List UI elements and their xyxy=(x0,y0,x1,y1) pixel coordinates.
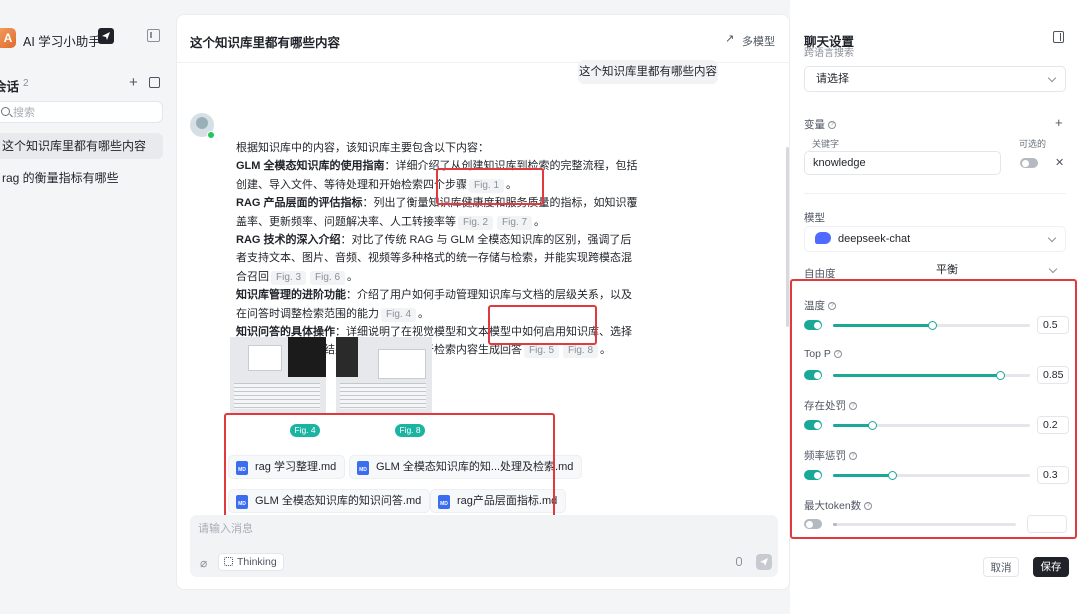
save-button[interactable]: 保存 xyxy=(1033,557,1069,577)
send-button[interactable] xyxy=(756,554,772,570)
citation-fig[interactable]: Fig. 3 xyxy=(271,270,307,285)
chevron-down-icon xyxy=(1047,73,1057,83)
citation-fig[interactable]: Fig. 4 xyxy=(381,307,417,322)
help-icon: ? xyxy=(828,121,836,129)
cancel-button[interactable]: 取消 xyxy=(983,557,1019,577)
online-status-dot xyxy=(207,131,215,139)
figure-thumbnail-1[interactable] xyxy=(230,337,326,413)
highlight-box xyxy=(488,305,597,345)
collapse-panel-icon[interactable] xyxy=(1053,31,1064,43)
figure-thumbnail-2[interactable] xyxy=(336,337,432,413)
highlight-box xyxy=(436,168,544,205)
arrow-up-right-icon: ↗ xyxy=(725,33,735,45)
chat-title: 这个知识库里都有哪些内容 xyxy=(190,36,341,50)
chat-scrollbar[interactable] xyxy=(786,67,789,537)
attachment-icon[interactable]: ⌀ xyxy=(200,556,207,570)
app-logo: A xyxy=(0,28,16,48)
highlight-box xyxy=(224,413,555,531)
user-message: 这个知识库里都有哪些内容 xyxy=(578,60,718,84)
conversations-title: 会话 xyxy=(0,80,20,94)
search-input[interactable] xyxy=(13,105,153,120)
citation-fig[interactable]: Fig. 2 xyxy=(458,215,494,230)
answer-intro: 根据知识库中的内容，该知识库主要包含以下内容： xyxy=(236,142,489,154)
message-input[interactable] xyxy=(198,521,758,537)
chat-settings-panel: 聊天设置 跨语言搜索 请选择 变量? + 关键字 可选的 knowledge ✕… xyxy=(790,0,1080,614)
collapse-sidebar-icon[interactable] xyxy=(147,29,160,42)
keyword-input[interactable]: knowledge xyxy=(804,151,1001,175)
chevron-down-icon xyxy=(1047,233,1057,243)
search-icon xyxy=(1,107,10,116)
conversation-item-knowledge-base[interactable]: 这个知识库里都有哪些内容 xyxy=(0,133,163,159)
model-select[interactable]: deepseek-chat xyxy=(804,226,1066,252)
multi-model-label: 多模型 xyxy=(742,36,775,48)
chat-panel: 这个知识库里都有哪些内容 ↗ 多模型 这个知识库里都有哪些内容 根据知识库中的内… xyxy=(176,14,790,590)
new-chat-icon[interactable] xyxy=(149,77,160,88)
microphone-icon[interactable] xyxy=(736,557,742,566)
send-icon xyxy=(760,558,768,566)
citation-fig[interactable]: Fig. 6 xyxy=(310,270,346,285)
add-conversation-icon[interactable]: + xyxy=(129,74,138,91)
optional-toggle[interactable] xyxy=(1020,158,1038,168)
cross-language-select[interactable]: 请选择 xyxy=(804,66,1066,92)
conversations-header: 会话 2 + xyxy=(0,74,170,94)
highlight-box xyxy=(790,279,1077,539)
deepseek-logo-icon xyxy=(815,232,831,244)
app-header: A AI 学习小助手 xyxy=(0,28,170,50)
keyword-header: 关键字 xyxy=(812,139,840,149)
answer-item-3: RAG 技术的深入介绍：对比了传统 RAG 与 GLM 全模态知识库的区别，强调… xyxy=(236,234,632,285)
optional-header: 可选的 xyxy=(1019,139,1047,149)
thinking-icon xyxy=(224,557,233,566)
model-label: 模型 xyxy=(804,212,825,224)
search-box[interactable] xyxy=(0,101,163,123)
sidebar: A AI 学习小助手 会话 2 + 这个知识库里都有哪些内容 rag 的衡量指标… xyxy=(0,0,170,614)
thinking-toggle-button[interactable]: Thinking xyxy=(218,553,284,571)
conversation-item-rag-metrics[interactable]: rag 的衡量指标有哪些 xyxy=(0,165,163,191)
add-variable-icon[interactable]: + xyxy=(1055,115,1063,130)
variables-label: 变量? xyxy=(804,117,836,132)
cross-language-search-label: 跨语言搜索 xyxy=(804,48,854,59)
share-icon[interactable] xyxy=(98,28,114,44)
citation-fig[interactable]: Fig. 8 xyxy=(563,344,599,359)
message-composer: ⌀ Thinking xyxy=(190,515,778,577)
multi-model-button[interactable]: ↗ 多模型 xyxy=(725,32,785,48)
conversations-count: 2 xyxy=(23,78,29,89)
remove-variable-icon[interactable]: ✕ xyxy=(1055,156,1064,169)
chat-header: 这个知识库里都有哪些内容 ↗ 多模型 xyxy=(177,15,789,63)
app-title: AI 学习小助手 xyxy=(23,35,101,49)
citation-fig[interactable]: Fig. 5 xyxy=(524,344,560,359)
chevron-down-icon xyxy=(1048,264,1058,274)
citation-fig[interactable]: Fig. 7 xyxy=(497,215,533,230)
